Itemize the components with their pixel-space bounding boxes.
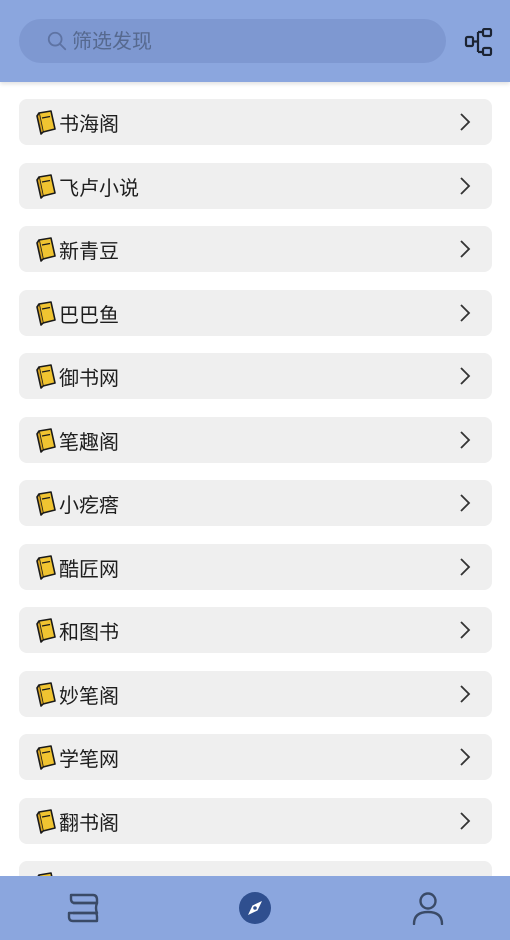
item-label: 和图书 (59, 619, 119, 644)
user-icon (412, 892, 444, 925)
book-icon (36, 555, 56, 580)
list-item[interactable]: 妙笔阁 (19, 671, 492, 717)
layout-toggle-button[interactable] (462, 26, 496, 58)
list-item[interactable]: 翻书阁 (19, 798, 492, 844)
source-list: 书海阁 飞卢小说 新青豆 巴巴鱼 御书网 笔趣阁 小疙瘩 酷匠网 和图书 妙笔阁… (0, 82, 510, 876)
book-icon (36, 237, 56, 262)
list-item[interactable]: 笔趣阁 (19, 417, 492, 463)
chevron-right-icon (460, 367, 471, 385)
item-label: 学笔网 (59, 746, 119, 771)
chevron-right-icon (460, 685, 471, 703)
list-item[interactable]: 新青豆 (19, 226, 492, 272)
chevron-right-icon (460, 240, 471, 258)
book-icon (36, 364, 56, 389)
item-label: 小疙瘩 (59, 492, 119, 517)
chevron-right-icon (460, 812, 471, 830)
item-label: 翻书阁 (59, 810, 119, 835)
book-icon (36, 301, 56, 326)
nav-discover-button[interactable] (210, 876, 300, 940)
item-label: 新青豆 (59, 238, 119, 263)
search-box[interactable] (19, 19, 446, 63)
list-item[interactable]: 巴巴鱼 (19, 290, 492, 336)
bookshelf-icon (67, 893, 99, 923)
chevron-right-icon (460, 558, 471, 576)
chevron-right-icon (460, 431, 471, 449)
chevron-right-icon (460, 304, 471, 322)
book-icon (36, 809, 56, 834)
item-label: 妙笔阁 (59, 683, 119, 708)
list-item[interactable]: 书海阁 (19, 99, 492, 145)
top-bar (0, 0, 510, 82)
book-icon (36, 428, 56, 453)
list-item[interactable] (19, 861, 492, 876)
compass-icon (239, 892, 271, 924)
list-item[interactable]: 飞卢小说 (19, 163, 492, 209)
list-item[interactable]: 小疙瘩 (19, 480, 492, 526)
nav-profile-button[interactable] (383, 876, 473, 940)
item-label: 飞卢小说 (59, 175, 139, 200)
list-item[interactable]: 和图书 (19, 607, 492, 653)
book-icon (36, 110, 56, 135)
item-label: 笔趣阁 (59, 429, 119, 454)
book-icon (36, 682, 56, 707)
book-icon (36, 745, 56, 770)
search-input[interactable] (72, 29, 412, 53)
item-label: 书海阁 (59, 111, 119, 136)
list-item[interactable]: 学笔网 (19, 734, 492, 780)
item-label: 酷匠网 (59, 556, 119, 581)
book-icon (36, 618, 56, 643)
list-item[interactable]: 酷匠网 (19, 544, 492, 590)
book-icon (36, 174, 56, 199)
list-item[interactable]: 御书网 (19, 353, 492, 399)
bottom-nav (0, 876, 510, 940)
layout-toggle-icon (464, 28, 493, 56)
chevron-right-icon (460, 748, 471, 766)
chevron-right-icon (460, 177, 471, 195)
item-label: 御书网 (59, 365, 119, 390)
book-icon (36, 491, 56, 516)
chevron-right-icon (460, 113, 471, 131)
nav-bookshelf-button[interactable] (38, 876, 128, 940)
item-label: 巴巴鱼 (59, 302, 119, 327)
chevron-right-icon (460, 494, 471, 512)
chevron-right-icon (460, 621, 471, 639)
search-icon (47, 31, 67, 51)
